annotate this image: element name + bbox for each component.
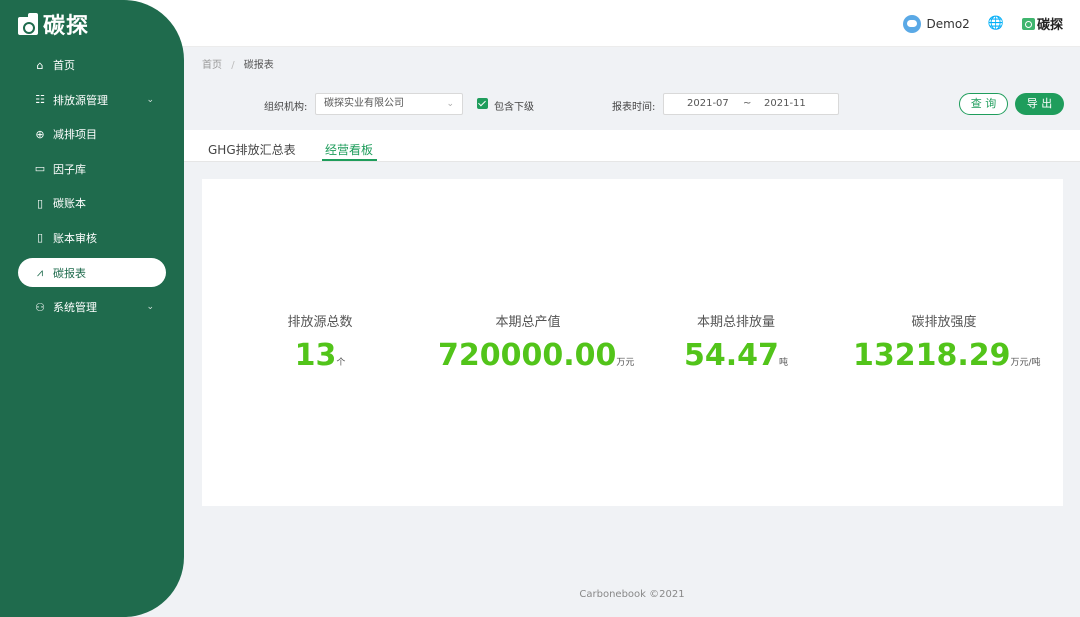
date-separator: ~ [743,98,752,109]
sidebar-item-emission-sources[interactable]: ☷ 排放源管理 ⌄ [18,83,166,118]
sidebar-item-label: 账本审核 [53,231,97,245]
list-icon: ☷ [35,93,45,107]
stat-number: 13 [294,338,337,373]
sidebar-item-label: 系统管理 [53,301,97,315]
logo-icon [18,13,40,35]
stat-value: 13个 [260,338,380,373]
chevron-down-icon: ⌄ [446,99,454,109]
home-icon: ⌂ [36,58,44,72]
stat-total-output-value: 本期总产值 720000.00万元 [438,311,634,373]
breadcrumb-home[interactable]: 首页 [202,60,222,71]
chevron-down-icon: ⌄ [146,302,154,313]
stat-number: 720000.00 [438,338,617,373]
users-icon: ⚇ [35,300,45,314]
user-name[interactable]: Demo2 [927,17,970,31]
sidebar: 碳探 ⌂ 首页 ☷ 排放源管理 ⌄ ⊕ 减排项目 ▭ 因子库 ▯ 碳账本 ▯ 账… [0,0,184,617]
report-tabs: GHG排放汇总表 经营看板 [184,130,1080,162]
dashboard-panel: 排放源总数 13个 本期总产值 720000.00万元 本期总排放量 54.47… [202,179,1063,506]
org-select-value: 碳探实业有限公司 [324,98,404,109]
stat-value: 13218.29万元/吨 [853,338,1041,373]
folder-icon: ▭ [34,162,46,176]
stat-emission-source-count: 排放源总数 13个 [260,311,380,373]
report-date-label: 报表时间: [612,102,656,113]
globe-icon: ⊕ [35,127,45,141]
stat-label: 碳排放强度 [911,315,977,330]
breadcrumb: 首页 / 碳报表 [202,56,274,71]
header-brand: 碳探 [1021,14,1063,33]
sidebar-item-home[interactable]: ⌂ 首页 [18,48,166,83]
sidebar-item-ledger-review[interactable]: ▯ 账本审核 [18,221,166,256]
sidebar-item-label: 因子库 [53,162,86,176]
sidebar-item-reduction-projects[interactable]: ⊕ 减排项目 [18,117,166,152]
query-button[interactable]: 查 询 [959,93,1008,115]
include-sub-label[interactable]: 包含下级 [494,98,534,113]
stat-number: 13218.29 [853,338,1011,373]
brand-logo-icon [1021,17,1035,30]
stat-unit: 万元/吨 [1010,358,1041,368]
tab-business-dashboard[interactable]: 经营看板 [325,141,373,158]
header-right: Demo2 🌐 碳探 [902,0,1063,47]
sidebar-item-label: 排放源管理 [53,93,108,107]
book-icon: ▯ [36,196,44,210]
sidebar-menu: ⌂ 首页 ☷ 排放源管理 ⌄ ⊕ 减排项目 ▭ 因子库 ▯ 碳账本 ▯ 账本审核… [18,48,166,325]
stat-label: 排放源总数 [287,315,353,330]
stat-unit: 吨 [778,358,788,368]
sidebar-item-carbon-report[interactable]: ⩘ 碳报表 [18,258,166,287]
tab-ghg-summary[interactable]: GHG排放汇总表 [208,141,296,158]
logo-text: 碳探 [43,14,90,39]
stat-unit: 个 [336,358,346,368]
stat-carbon-intensity: 碳排放强度 13218.29万元/吨 [853,311,1041,373]
filter-bar: 组织机构: 碳探实业有限公司 ⌄ 包含下级 报表时间: 2021-07 ~ 20… [202,92,1064,118]
sidebar-item-system-management[interactable]: ⚇ 系统管理 ⌄ [18,290,166,325]
sidebar-item-label: 减排项目 [53,128,97,142]
date-range-picker[interactable]: 2021-07 ~ 2021-11 [663,93,839,115]
date-end[interactable]: 2021-11 [764,98,806,109]
language-globe-icon[interactable]: 🌐 [988,16,1004,31]
stat-total-emissions: 本期总排放量 54.47吨 [671,311,801,373]
date-start[interactable]: 2021-07 [687,98,729,109]
sidebar-item-label: 碳报表 [53,266,86,280]
user-avatar-icon[interactable] [902,14,921,33]
document-icon: ▯ [36,231,44,245]
footer-copyright: Carbonebook ©2021 [579,589,685,600]
stat-label: 本期总排放量 [696,315,775,330]
sidebar-item-label: 碳账本 [53,197,86,211]
app-logo[interactable]: 碳探 [18,9,89,39]
org-label: 组织机构: [264,102,308,113]
active-tab-indicator [322,159,377,161]
header-brand-text: 碳探 [1036,18,1063,33]
chart-icon: ⩘ [36,266,44,279]
sidebar-item-factor-library[interactable]: ▭ 因子库 [18,152,166,187]
breadcrumb-separator: / [231,60,235,71]
org-select[interactable]: 碳探实业有限公司 ⌄ [315,93,463,115]
sidebar-item-label: 首页 [53,59,75,73]
sidebar-item-carbon-ledger[interactable]: ▯ 碳账本 [18,186,166,221]
breadcrumb-current: 碳报表 [243,60,274,71]
chevron-down-icon: ⌄ [146,94,154,105]
stat-number: 54.47 [684,338,779,373]
stat-value: 720000.00万元 [438,338,634,373]
export-button[interactable]: 导 出 [1015,93,1064,115]
stat-unit: 万元 [616,358,635,368]
include-sub-checkbox[interactable] [477,98,488,109]
stat-value: 54.47吨 [671,338,801,373]
stat-label: 本期总产值 [495,315,561,330]
